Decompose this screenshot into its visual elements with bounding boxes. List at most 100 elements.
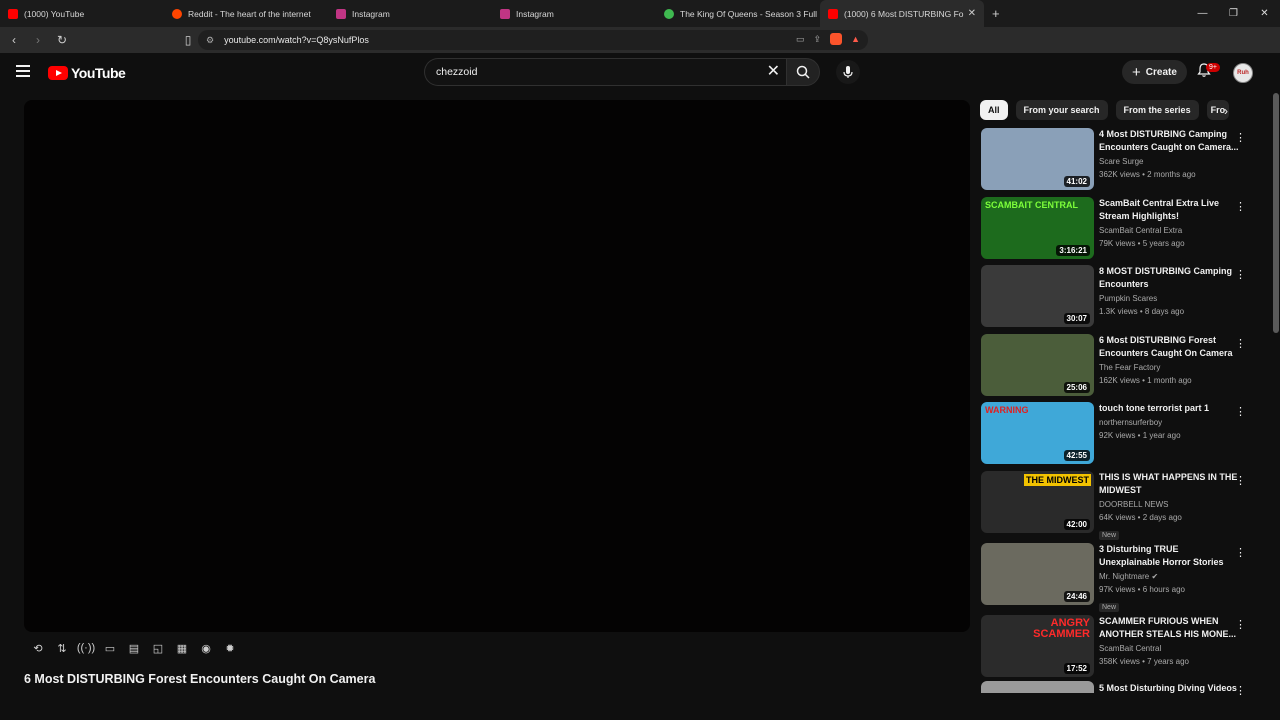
tab-label: (1000) 6 Most DISTURBING Fo — [844, 8, 964, 19]
browser-tab[interactable]: The King Of Queens - Season 3 Full E — [656, 0, 820, 27]
browser-tab-active[interactable]: (1000) 6 Most DISTURBING Fo ✕ — [820, 0, 984, 27]
list-item[interactable]: 24:46 3 Disturbing TRUE Unexplainable Ho… — [981, 542, 1256, 615]
picture-in-picture-icon[interactable]: ◱ — [150, 640, 166, 656]
channel-name[interactable]: DOORBELL NEWS — [1099, 499, 1239, 511]
cast-icon[interactable]: ▭ — [796, 34, 805, 45]
more-options-icon[interactable]: ⋮ — [1235, 546, 1246, 559]
plus-icon: + — [1132, 63, 1141, 81]
video-thumbnail[interactable]: SCAMBAIT CENTRAL 3:16:21 — [981, 196, 1094, 259]
bookmark-icon[interactable]: ▯ — [178, 33, 198, 47]
brave-rewards-icon[interactable]: ▲ — [851, 34, 860, 44]
list-item[interactable]: 5 Most Disturbing Diving Videos ⋮ — [981, 681, 1256, 720]
close-tab-icon[interactable]: ✕ — [968, 8, 976, 19]
video-title[interactable]: 6 Most DISTURBING Forest Encounters Caug… — [1099, 334, 1239, 360]
video-player[interactable] — [24, 100, 970, 632]
youtube-logo[interactable]: YouTube — [48, 65, 126, 81]
video-title[interactable]: 3 Disturbing TRUE Unexplainable Horror S… — [1099, 543, 1239, 569]
video-title[interactable]: 5 Most Disturbing Diving Videos — [1099, 682, 1239, 695]
voice-search-button[interactable] — [836, 60, 860, 84]
search-button[interactable] — [786, 58, 820, 86]
more-options-icon[interactable]: ⋮ — [1235, 200, 1246, 213]
new-tab-icon[interactable]: + — [992, 6, 1000, 21]
thumbnail-text: THE MIDWEST — [1024, 473, 1091, 486]
reddit-favicon-icon — [172, 8, 182, 19]
channel-name[interactable]: Mr. Nightmare ✔ — [1099, 571, 1239, 583]
more-options-icon[interactable]: ⋮ — [1235, 474, 1246, 487]
video-title[interactable]: SCAMMER FURIOUS WHEN ANOTHER STEALS HIS … — [1099, 615, 1239, 641]
video-thumbnail[interactable]: WARNING 42:55 — [981, 402, 1094, 464]
sort-icon[interactable]: ⇅ — [54, 640, 70, 656]
more-options-icon[interactable]: ⋮ — [1235, 684, 1246, 697]
reload-icon[interactable]: ↻ — [52, 33, 72, 47]
thumbnail-text: SCAMBAIT CENTRAL — [985, 199, 1078, 210]
channel-name[interactable]: ScamBait Central Extra — [1099, 225, 1239, 237]
audio-icon[interactable]: ((·)) — [77, 640, 95, 656]
mini-player-icon[interactable]: ▭ — [102, 640, 118, 656]
browser-tab[interactable]: Instagram — [328, 0, 492, 27]
share-icon[interactable]: ⇪ — [814, 34, 822, 45]
list-item[interactable]: SCAMBAIT CENTRAL 3:16:21 ScamBait Central… — [981, 196, 1256, 266]
forward-icon[interactable]: › — [28, 33, 48, 47]
brave-shields-icon[interactable] — [830, 33, 843, 45]
search-input[interactable]: chezzoid ✕ — [424, 58, 786, 86]
list-item[interactable]: 30:07 8 MOST DISTURBING Camping Encounte… — [981, 265, 1256, 334]
scrollbar[interactable] — [1273, 93, 1279, 333]
more-options-icon[interactable]: ⋮ — [1235, 337, 1246, 350]
loop-icon[interactable]: ⟲ — [30, 640, 46, 656]
channel-name[interactable]: The Fear Factory — [1099, 362, 1239, 374]
video-title[interactable]: 8 MOST DISTURBING Camping Encounters — [1099, 265, 1239, 291]
close-window-icon[interactable]: ✕ — [1249, 0, 1280, 27]
video-thumbnail[interactable]: THE MIDWEST 42:00 — [981, 470, 1094, 533]
browser-tab[interactable]: (1000) YouTube — [0, 0, 164, 27]
window-controls: — ❐ ✕ — [1187, 0, 1280, 27]
more-options-icon[interactable]: ⋮ — [1235, 268, 1246, 281]
video-title[interactable]: ScamBait Central Extra Live Stream Highl… — [1099, 197, 1239, 223]
create-button[interactable]: + Create — [1122, 60, 1187, 84]
logo-text: YouTube — [71, 65, 126, 81]
screenshot-icon[interactable]: ◉ — [198, 640, 214, 656]
video-thumbnail[interactable]: 30:07 — [981, 265, 1094, 327]
minimize-icon[interactable]: — — [1187, 0, 1218, 27]
video-thumbnail[interactable]: ANGRY SCAMMER 17:52 — [981, 614, 1094, 677]
list-item[interactable]: 25:06 6 Most DISTURBING Forest Encounter… — [981, 333, 1256, 403]
clear-search-icon[interactable]: ✕ — [767, 63, 780, 81]
restore-icon[interactable]: ❐ — [1218, 0, 1249, 27]
list-item[interactable]: ANGRY SCAMMER 17:52 SCAMMER FURIOUS WHEN … — [981, 614, 1256, 684]
list-item[interactable]: 41:02 4 Most DISTURBING Camping Encounte… — [981, 128, 1256, 197]
video-stats: 97K views • 6 hours ago — [1099, 584, 1185, 594]
channel-name[interactable]: Pumpkin Scares — [1099, 293, 1239, 305]
list-item[interactable]: THE MIDWEST 42:00 THIS IS WHAT HAPPENS IN… — [981, 470, 1256, 543]
chip-from-your-search[interactable]: From your search — [1015, 100, 1108, 120]
chip-from-the-series[interactable]: From the series — [1115, 100, 1199, 120]
channel-label: Mr. Nightmare — [1099, 571, 1150, 581]
chevron-right-icon[interactable]: › — [1224, 104, 1228, 118]
address-bar[interactable]: ⚙ youtube.com/watch?v=Q8ysNufPlos ▭ ⇪ ▲ — [198, 30, 868, 50]
browser-tab[interactable]: Reddit - The heart of the internet — [164, 0, 328, 27]
more-options-icon[interactable]: ⋮ — [1235, 131, 1246, 144]
back-icon[interactable]: ‹ — [4, 33, 24, 47]
channel-name[interactable]: Scare Surge — [1099, 156, 1239, 168]
video-thumbnail[interactable] — [981, 681, 1094, 693]
settings-icon[interactable]: ✹ — [222, 640, 238, 656]
list-item[interactable]: WARNING 42:55 touch tone terrorist part 1… — [981, 402, 1256, 471]
video-title[interactable]: THIS IS WHAT HAPPENS IN THE MIDWEST — [1099, 471, 1239, 497]
video-thumbnail[interactable]: 25:06 — [981, 333, 1094, 396]
browser-tab[interactable]: Instagram — [492, 0, 656, 27]
video-thumbnail[interactable]: 24:46 — [981, 542, 1094, 605]
channel-name[interactable]: ScamBait Central — [1099, 643, 1239, 655]
menu-icon[interactable] — [16, 65, 30, 77]
site-info-icon[interactable]: ⚙ — [206, 35, 214, 46]
chip-all[interactable]: All — [980, 100, 1008, 120]
more-options-icon[interactable]: ⋮ — [1235, 618, 1246, 631]
clapper-icon[interactable]: ▤ — [126, 640, 142, 656]
theater-icon[interactable]: ▦ — [174, 640, 190, 656]
channel-name[interactable]: northernsurferboy — [1099, 417, 1239, 429]
more-options-icon[interactable]: ⋮ — [1235, 405, 1246, 418]
video-title[interactable]: 4 Most DISTURBING Camping Encounters Cau… — [1099, 128, 1239, 154]
video-thumbnail[interactable]: 41:02 — [981, 128, 1094, 190]
video-duration: 25:06 — [1063, 381, 1090, 393]
avatar[interactable]: Ruh — [1233, 63, 1253, 83]
video-title[interactable]: touch tone terrorist part 1 — [1099, 402, 1239, 415]
new-badge: New — [1099, 530, 1120, 540]
video-stats: 162K views • 1 month ago — [1099, 375, 1192, 385]
